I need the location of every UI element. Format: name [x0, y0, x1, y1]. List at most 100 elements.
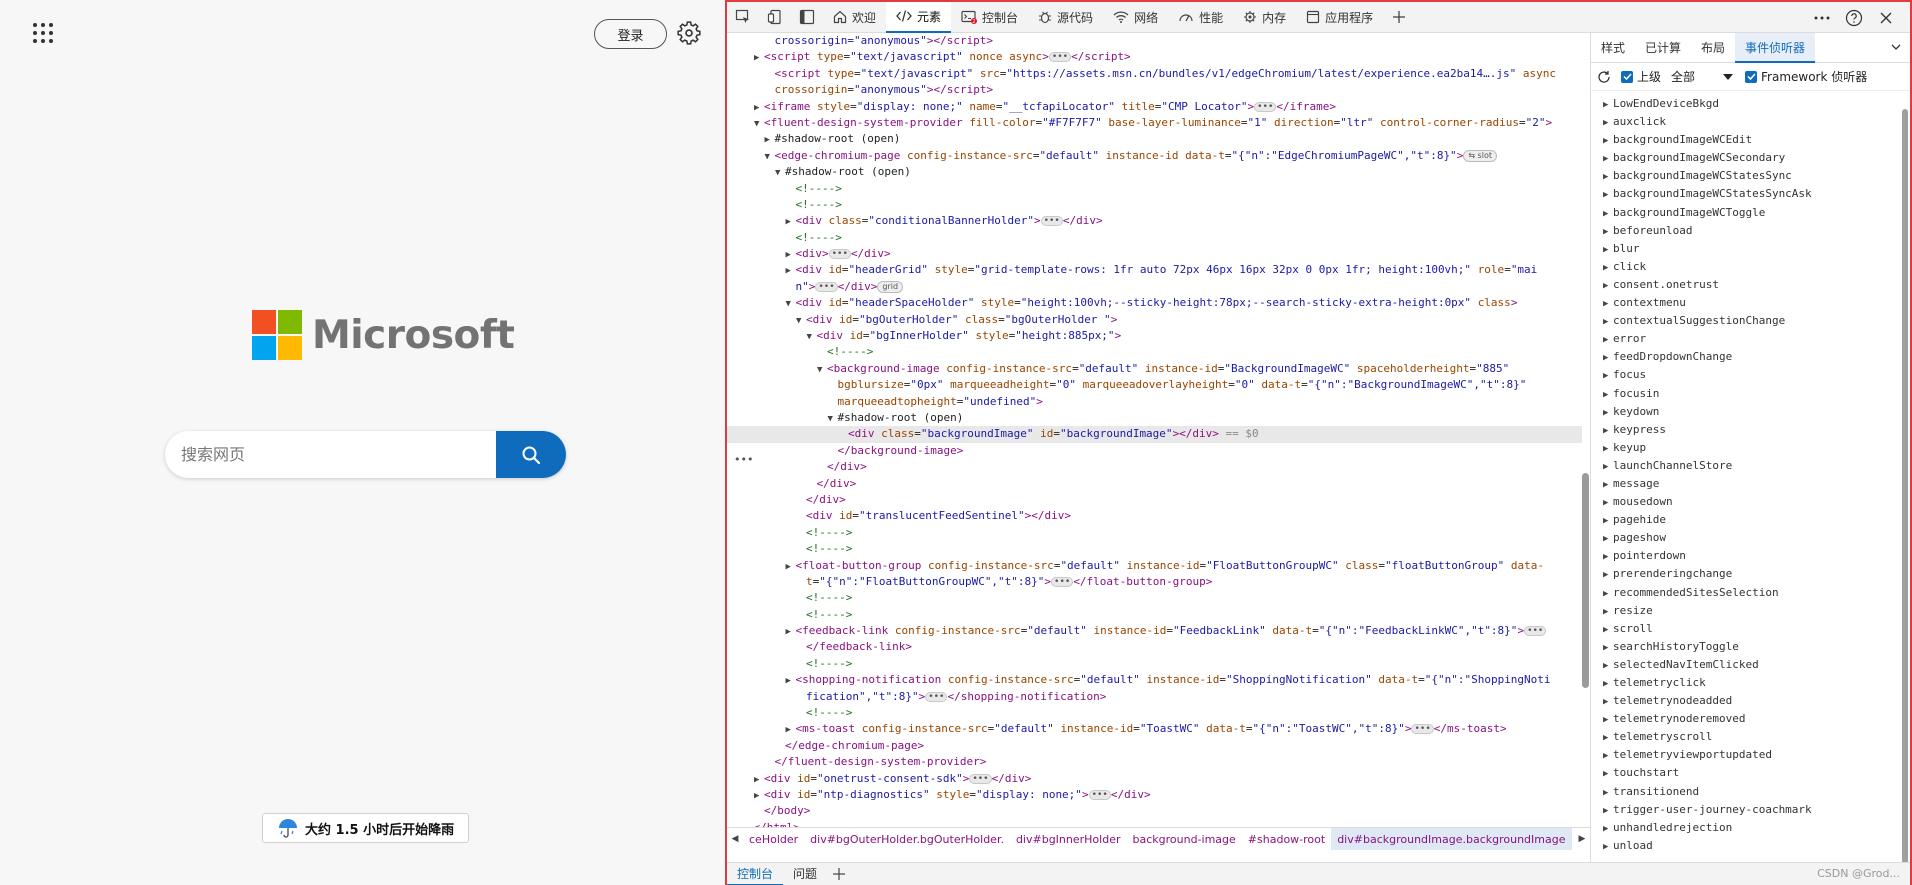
dom-node-line[interactable]: n"> ••• </div> grid — [727, 279, 1582, 295]
expand-arrow-right-icon[interactable]: ▶ — [1603, 494, 1613, 512]
event-listener-item[interactable]: ▶ telemetrynoderemoved — [1591, 710, 1911, 728]
expand-arrow-down-icon[interactable]: ▼ — [807, 329, 817, 344]
dom-node-line[interactable]: ▼ #shadow-root (open) — [727, 410, 1582, 426]
event-listener-item[interactable]: ▶ keypress — [1591, 421, 1911, 439]
dom-node-line[interactable]: ▶ <div id="headerGrid" style="grid-templa… — [727, 262, 1582, 278]
sidebar-scroll-thumb[interactable] — [1902, 109, 1908, 869]
event-listener-item[interactable]: ▶ contextmenu — [1591, 294, 1911, 312]
event-listener-item[interactable]: ▶ mousedown — [1591, 493, 1911, 511]
search-button[interactable] — [496, 431, 566, 478]
event-listener-item[interactable]: ▶ focus — [1591, 366, 1911, 384]
breadcrumb-item[interactable]: background-image — [1127, 828, 1242, 850]
apps-grid-icon[interactable] — [30, 20, 56, 46]
expand-arrow-right-icon[interactable]: ▶ — [1603, 820, 1613, 838]
device-emulation-icon[interactable] — [759, 2, 791, 33]
breadcrumb-item[interactable]: #shadow-root — [1242, 828, 1331, 850]
expand-arrow-right-icon[interactable]: ▶ — [786, 673, 796, 688]
event-listener-item[interactable]: ▶ unhandledrejection — [1591, 819, 1911, 837]
gear-icon[interactable] — [676, 20, 702, 46]
expand-arrow-right-icon[interactable]: ▶ — [1603, 186, 1613, 204]
close-icon[interactable] — [1870, 2, 1902, 33]
expand-arrow-right-icon[interactable]: ▶ — [1603, 422, 1613, 440]
breadcrumb-item[interactable]: div#bgOuterHolder.bgOuterHolder. — [804, 828, 1010, 850]
dom-node-line[interactable]: <!----> — [727, 230, 1582, 246]
event-listener-item[interactable]: ▶ launchChannelStore — [1591, 457, 1911, 475]
expand-arrow-down-icon[interactable]: ▼ — [786, 296, 796, 311]
expand-arrow-down-icon[interactable]: ▼ — [775, 165, 785, 180]
expand-arrow-right-icon[interactable]: ▶ — [754, 50, 764, 65]
dom-node-line[interactable]: crossorigin="anonymous"></script> — [727, 82, 1582, 98]
dom-node-line[interactable]: <!----> — [727, 590, 1582, 606]
expand-arrow-right-icon[interactable]: ▶ — [1603, 367, 1613, 385]
help-icon[interactable] — [1838, 2, 1870, 33]
expand-arrow-right-icon[interactable]: ▶ — [1603, 639, 1613, 657]
event-listener-item[interactable]: ▶ telemetryscroll — [1591, 728, 1911, 746]
event-listener-item[interactable]: ▶ click — [1591, 258, 1911, 276]
dom-node-line[interactable]: </html> — [727, 820, 1582, 827]
chevron-down-icon[interactable] — [1890, 41, 1902, 56]
framework-listeners-checkbox[interactable] — [1745, 70, 1758, 83]
event-listener-item[interactable]: ▶ prerenderingchange — [1591, 565, 1911, 583]
dock-side-icon[interactable] — [791, 2, 823, 33]
expand-arrow-right-icon[interactable]: ▶ — [786, 263, 796, 278]
expand-arrow-right-icon[interactable]: ▶ — [754, 772, 764, 787]
expand-arrow-right-icon[interactable]: ▶ — [1603, 802, 1613, 820]
dom-node-line[interactable]: <!----> — [727, 197, 1582, 213]
elements-scroll-thumb[interactable] — [1582, 473, 1589, 688]
tab-app[interactable]: 应用程序 — [1296, 2, 1383, 33]
dom-node-line[interactable]: ▶ <div id="onetrust-consent-sdk"> ••• </div… — [727, 771, 1582, 787]
expand-arrow-right-icon[interactable]: ▶ — [1603, 114, 1613, 132]
expand-arrow-right-icon[interactable]: ▶ — [1603, 729, 1613, 747]
event-listener-item[interactable]: ▶ pageshow — [1591, 529, 1911, 547]
expand-arrow-right-icon[interactable]: ▶ — [1603, 603, 1613, 621]
event-listener-item[interactable]: ▶ recommendedSitesSelection — [1591, 584, 1911, 602]
expand-arrow-right-icon[interactable]: ▶ — [1603, 838, 1613, 856]
expand-arrow-right-icon[interactable]: ▶ — [1603, 404, 1613, 422]
expand-arrow-down-icon[interactable]: ▼ — [817, 362, 827, 377]
expand-arrow-right-icon[interactable]: ▶ — [786, 624, 796, 639]
node-actions-icon[interactable]: ••• — [734, 453, 753, 466]
expand-arrow-right-icon[interactable]: ▶ — [1603, 150, 1613, 168]
expand-arrow-right-icon[interactable]: ▶ — [1603, 313, 1613, 331]
expand-arrow-right-icon[interactable]: ▶ — [1603, 458, 1613, 476]
breadcrumb-item[interactable]: ceHolder — [743, 828, 804, 850]
dom-node-line[interactable]: <div id="translucentFeedSentinel"></div> — [727, 508, 1582, 524]
dom-node-line[interactable]: </background-image> — [727, 443, 1582, 459]
expand-arrow-right-icon[interactable]: ▶ — [1603, 349, 1613, 367]
inspect-element-icon[interactable] — [727, 2, 759, 33]
expand-arrow-right-icon[interactable]: ▶ — [1603, 621, 1613, 639]
dom-node-line[interactable]: </fluent-design-system-provider> — [727, 754, 1582, 770]
expand-arrow-down-icon[interactable]: ▼ — [796, 313, 806, 328]
breadcrumb-item[interactable]: div#backgroundImage.backgroundImage — [1331, 828, 1572, 850]
expand-arrow-right-icon[interactable]: ▶ — [1603, 96, 1613, 114]
dom-node-line[interactable]: </feedback-link> — [727, 639, 1582, 655]
tab-console[interactable]: 2 控制台 — [951, 2, 1028, 33]
dom-node-line[interactable]: </edge-chromium-page> — [727, 738, 1582, 754]
expand-arrow-right-icon[interactable]: ▶ — [1603, 223, 1613, 241]
dom-node-line[interactable]: marqueeadtopheight="undefined"> — [727, 394, 1582, 410]
dom-node-line[interactable]: ▼ <div id="bgInnerHolder" style="height:8… — [727, 328, 1582, 344]
dom-node-line[interactable]: t="{"n":"FloatButtonGroupWC","t":8}"> •••… — [727, 574, 1582, 590]
event-listener-item[interactable]: ▶ beforeunload — [1591, 222, 1911, 240]
event-listener-item[interactable]: ▶ searchHistoryToggle — [1591, 638, 1911, 656]
refresh-icon[interactable] — [1597, 70, 1611, 84]
event-listener-item[interactable]: ▶ feedDropdownChange — [1591, 348, 1911, 366]
event-listener-item[interactable]: ▶ keydown — [1591, 403, 1911, 421]
sidebar-tab[interactable]: 样式 — [1591, 33, 1635, 63]
expand-arrow-right-icon[interactable]: ▶ — [1603, 711, 1613, 729]
event-listener-item[interactable]: ▶ backgroundImageWCSecondary — [1591, 149, 1911, 167]
dom-node-line[interactable]: <script type="text/javascript" src="http… — [727, 66, 1582, 82]
add-tab-icon[interactable] — [1383, 2, 1415, 33]
event-listener-item[interactable]: ▶ touchstart — [1591, 764, 1911, 782]
ancestors-checkbox[interactable] — [1621, 70, 1633, 83]
event-listener-item[interactable]: ▶ telemetryviewportupdated — [1591, 746, 1911, 764]
dom-node-line[interactable]: ▼ <background-image config-instance-src="… — [727, 361, 1582, 377]
expand-arrow-right-icon[interactable]: ▶ — [786, 559, 796, 574]
dom-node-line[interactable]: </div> — [727, 492, 1582, 508]
expand-arrow-right-icon[interactable]: ▶ — [1603, 693, 1613, 711]
expand-arrow-right-icon[interactable]: ▶ — [1603, 331, 1613, 349]
event-listener-item[interactable]: ▶ consent.onetrust — [1591, 276, 1911, 294]
expand-arrow-right-icon[interactable]: ▶ — [1603, 205, 1613, 223]
event-listener-item[interactable]: ▶ scroll — [1591, 620, 1911, 638]
search-input[interactable] — [165, 431, 496, 478]
